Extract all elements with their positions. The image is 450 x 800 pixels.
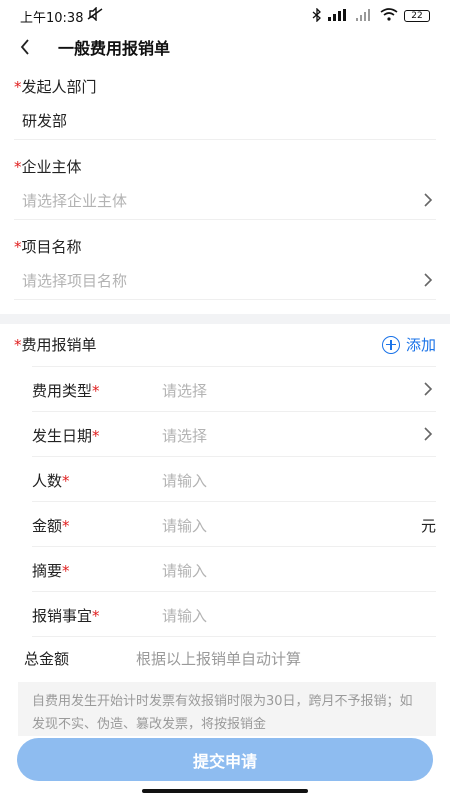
section-gap xyxy=(0,314,450,324)
summary-row: 摘要* 请输入 xyxy=(0,547,450,592)
status-bar: 上午10:38 22 xyxy=(0,0,450,32)
divider xyxy=(14,139,436,140)
total-label: 总金额 xyxy=(24,650,70,668)
divider xyxy=(14,299,436,300)
entity-label: *企业主体 xyxy=(14,158,82,176)
chevron-right-icon xyxy=(422,426,434,442)
notice-text: 自费用发生开始计时发票有效报销时限为30日，跨月不予报销；如发现不实、伪造、篡改… xyxy=(32,694,413,732)
summary-input[interactable]: 请输入 xyxy=(162,560,207,581)
entity-select[interactable]: 请选择企业主体 xyxy=(22,190,127,211)
reimburse-matter-input[interactable]: 请输入 xyxy=(162,605,207,626)
status-left: 上午10:38 xyxy=(20,6,103,26)
nav-bar: 一般费用报销单 xyxy=(0,32,450,62)
people-count-input[interactable]: 请输入 xyxy=(162,470,207,491)
status-right: 22 xyxy=(312,6,430,25)
battery-icon: 22 xyxy=(404,10,430,22)
expense-type-row[interactable]: 费用类型* 请选择 xyxy=(0,367,450,412)
page-title: 一般费用报销单 xyxy=(58,39,171,58)
entity-field[interactable]: *企业主体 请选择企业主体 xyxy=(0,154,450,220)
project-select[interactable]: 请选择项目名称 xyxy=(22,270,127,291)
home-indicator[interactable] xyxy=(142,789,308,793)
signal-weak-icon xyxy=(356,8,374,24)
chevron-right-icon xyxy=(422,272,434,288)
expense-section-label: *费用报销单 xyxy=(14,336,97,354)
people-count-label: 人数* xyxy=(32,472,70,490)
amount-row: 金额* 请输入 元 xyxy=(0,502,450,547)
occur-date-label: 发生日期* xyxy=(32,427,100,445)
reimburse-matter-label: 报销事宜* xyxy=(32,607,100,625)
summary-label: 摘要* xyxy=(32,562,70,580)
occur-date-row[interactable]: 发生日期* 请选择 xyxy=(0,412,450,457)
add-expense-button[interactable]: 添加 xyxy=(381,334,436,355)
plus-circle-icon xyxy=(381,335,400,354)
department-value: 研发部 xyxy=(22,112,68,130)
add-expense-label: 添加 xyxy=(405,336,436,354)
occur-date-select[interactable]: 请选择 xyxy=(162,425,207,446)
expense-type-label: 费用类型* xyxy=(32,382,100,400)
reimburse-matter-row: 报销事宜* 请输入 xyxy=(0,592,450,637)
department-field: *发起人部门 研发部 xyxy=(0,74,450,140)
divider xyxy=(14,219,436,220)
wifi-icon xyxy=(380,8,398,24)
chevron-right-icon xyxy=(422,381,434,397)
amount-label: 金额* xyxy=(32,517,70,535)
department-label: *发起人部门 xyxy=(14,78,97,96)
notice-box: 自费用发生开始计时发票有效报销时限为30日，跨月不予报销；如发现不实、伪造、篡改… xyxy=(18,682,436,736)
amount-input[interactable]: 请输入 xyxy=(162,515,207,536)
signal-icon xyxy=(328,8,350,24)
back-icon[interactable] xyxy=(14,36,36,58)
project-label: *项目名称 xyxy=(14,238,82,256)
expense-type-select[interactable]: 请选择 xyxy=(162,380,207,401)
total-value: 根据以上报销单自动计算 xyxy=(136,650,302,668)
mute-icon xyxy=(87,6,103,25)
people-count-row: 人数* 请输入 xyxy=(0,457,450,502)
status-time: 上午10:38 xyxy=(20,10,84,26)
chevron-right-icon xyxy=(422,192,434,208)
submit-button[interactable]: 提交申请 xyxy=(17,738,433,781)
project-field[interactable]: *项目名称 请选择项目名称 xyxy=(0,234,450,300)
divider xyxy=(32,636,436,637)
bluetooth-icon xyxy=(312,6,322,25)
currency-unit: 元 xyxy=(420,517,436,535)
